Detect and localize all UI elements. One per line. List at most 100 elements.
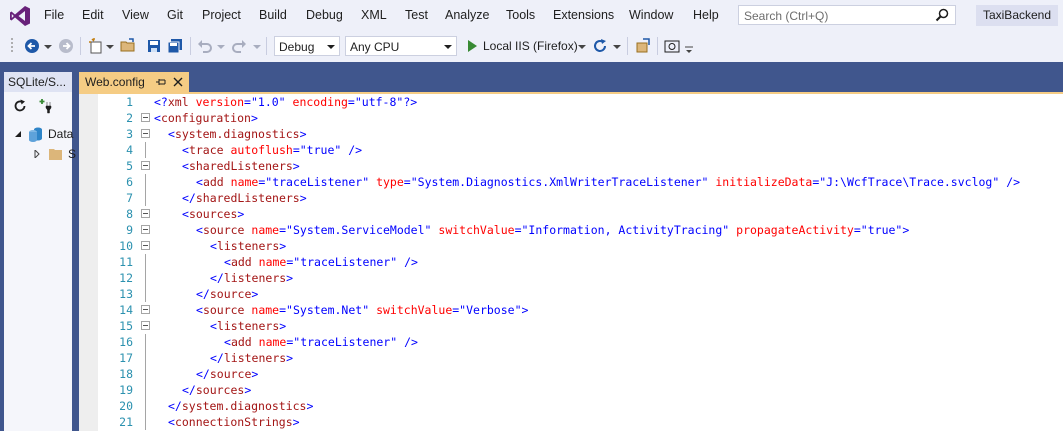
toolbar-separator	[80, 37, 81, 55]
code-text: <listeners>	[210, 239, 287, 253]
code-line[interactable]: 11 <add name="traceListener" />	[98, 254, 1063, 270]
chevron-down-icon	[444, 45, 452, 49]
code-text: <listeners>	[210, 319, 287, 333]
refresh-icon[interactable]	[12, 98, 28, 114]
platform-dropdown[interactable]: Any CPU	[345, 36, 457, 56]
tree-item-label: Data	[48, 127, 74, 141]
close-icon[interactable]	[172, 76, 184, 88]
toolbar-overflow-icon[interactable]	[684, 46, 694, 54]
folder-icon	[49, 149, 62, 160]
code-text: <add name="traceListener" type="System.D…	[196, 175, 1021, 189]
save-all-icon[interactable]	[167, 38, 183, 54]
code-line[interactable]: 16 <add name="traceListener" />	[98, 334, 1063, 350]
code-line[interactable]: 13 </source>	[98, 286, 1063, 302]
code-line[interactable]: 21 <connectionStrings>	[98, 414, 1063, 430]
code-text: <?xml version="1.0" encoding="utf-8"?>	[154, 95, 418, 109]
collapse-icon[interactable]	[141, 225, 150, 234]
code-line[interactable]: 19 </sources>	[98, 382, 1063, 398]
menu-view[interactable]: View	[122, 8, 149, 22]
new-dropdown-icon[interactable]	[106, 45, 114, 49]
code-line[interactable]: 8 <sources>	[98, 206, 1063, 222]
menu-extensions[interactable]: Extensions	[553, 8, 614, 22]
line-number: 19	[119, 383, 133, 397]
code-line[interactable]: 10 <listeners>	[98, 238, 1063, 254]
configuration-dropdown[interactable]: Debug	[274, 36, 340, 56]
navigate-forward-icon[interactable]	[58, 38, 74, 54]
collapse-icon[interactable]	[141, 321, 150, 330]
code-line[interactable]: 4 <trace autoflush="true" />	[98, 142, 1063, 158]
refresh-browser-icon[interactable]	[592, 38, 608, 54]
menu-build[interactable]: Build	[259, 8, 287, 22]
code-line[interactable]: 5 <sharedListeners>	[98, 158, 1063, 174]
configuration-value: Debug	[279, 40, 315, 54]
run-target-label[interactable]: Local IIS (Firefox)	[483, 39, 578, 53]
collapse-icon[interactable]	[141, 129, 150, 138]
sqlite-explorer-tab[interactable]: SQLite/S...	[4, 72, 72, 92]
start-debugging-icon[interactable]	[464, 38, 480, 54]
collapse-icon[interactable]	[141, 241, 150, 250]
menu-debug[interactable]: Debug	[306, 8, 343, 22]
code-line[interactable]: 9 <source name="System.ServiceModel" swit…	[98, 222, 1063, 238]
menu-help[interactable]: Help	[693, 8, 719, 22]
tab-web-config[interactable]: Web.config	[79, 72, 189, 92]
collapsed-arrow-icon[interactable]	[34, 150, 40, 158]
undo-icon[interactable]	[197, 38, 213, 54]
search-box[interactable]: Search (Ctrl+Q)	[738, 5, 956, 25]
toolbar-separator	[266, 37, 267, 55]
outline-guide	[145, 142, 146, 158]
code-line[interactable]: 14 <source name="System.Net" switchValue=…	[98, 302, 1063, 318]
code-line[interactable]: 7 </sharedListeners>	[98, 190, 1063, 206]
code-editor[interactable]: 1 <?xml version="1.0" encoding="utf-8"?> 2…	[79, 94, 1063, 431]
collapse-icon[interactable]	[141, 161, 150, 170]
line-number: 20	[119, 399, 133, 413]
code-line[interactable]: 15 <listeners>	[98, 318, 1063, 334]
browser-link-icon[interactable]	[635, 38, 651, 54]
code-line[interactable]: 1 <?xml version="1.0" encoding="utf-8"?>	[98, 94, 1063, 110]
toolbar-grip-icon[interactable]	[9, 36, 15, 56]
code-line[interactable]: 12 </listeners>	[98, 270, 1063, 286]
menu-git[interactable]: Git	[167, 8, 183, 22]
code-text: <source name="System.ServiceModel" switc…	[196, 223, 910, 237]
outline-guide	[145, 382, 146, 398]
menu-file[interactable]: File	[44, 8, 64, 22]
menu-xml[interactable]: XML	[361, 8, 387, 22]
back-dropdown-icon[interactable]	[44, 45, 52, 49]
save-icon[interactable]	[146, 38, 162, 54]
code-text: </sharedListeners>	[182, 191, 307, 205]
add-connection-icon[interactable]	[38, 98, 54, 114]
code-line[interactable]: 6 <add name="traceListener" type="System.…	[98, 174, 1063, 190]
refresh-dropdown-icon[interactable]	[613, 45, 621, 49]
solution-name-badge[interactable]: TaxiBackend	[976, 5, 1058, 26]
line-number: 14	[119, 303, 133, 317]
menu-project[interactable]: Project	[202, 8, 241, 22]
code-line[interactable]: 3 <system.diagnostics>	[98, 126, 1063, 142]
collapse-icon[interactable]	[141, 209, 150, 218]
screenshot-icon[interactable]	[664, 38, 680, 54]
menu-tools[interactable]: Tools	[506, 8, 535, 22]
code-line[interactable]: 17 </listeners>	[98, 350, 1063, 366]
code-area[interactable]: 1 <?xml version="1.0" encoding="utf-8"?> 2…	[98, 94, 1063, 431]
collapse-icon[interactable]	[141, 113, 150, 122]
navigate-back-icon[interactable]	[24, 38, 40, 54]
collapse-icon[interactable]	[141, 305, 150, 314]
search-placeholder: Search (Ctrl+Q)	[744, 9, 829, 23]
code-line[interactable]: 20 </system.diagnostics>	[98, 398, 1063, 414]
menu-edit[interactable]: Edit	[82, 8, 104, 22]
run-target-dropdown-icon[interactable]	[578, 45, 586, 49]
pin-icon[interactable]	[155, 76, 167, 88]
redo-icon[interactable]	[231, 38, 247, 54]
open-folder-icon[interactable]	[120, 38, 136, 54]
code-line[interactable]: 18 </source>	[98, 366, 1063, 382]
menu-analyze[interactable]: Analyze	[445, 8, 489, 22]
search-icon[interactable]	[935, 8, 949, 22]
new-project-icon[interactable]	[88, 38, 104, 54]
redo-dropdown-icon[interactable]	[253, 45, 261, 49]
line-number: 18	[119, 367, 133, 381]
menu-window[interactable]: Window	[629, 8, 673, 22]
undo-dropdown-icon[interactable]	[217, 45, 225, 49]
menu-bar: File Edit View Git Project Build Debug X…	[0, 0, 1063, 32]
menu-test[interactable]: Test	[405, 8, 428, 22]
code-line[interactable]: 2 <configuration>	[98, 110, 1063, 126]
visual-studio-logo-icon[interactable]	[9, 5, 31, 27]
expanded-arrow-icon[interactable]	[14, 130, 22, 138]
